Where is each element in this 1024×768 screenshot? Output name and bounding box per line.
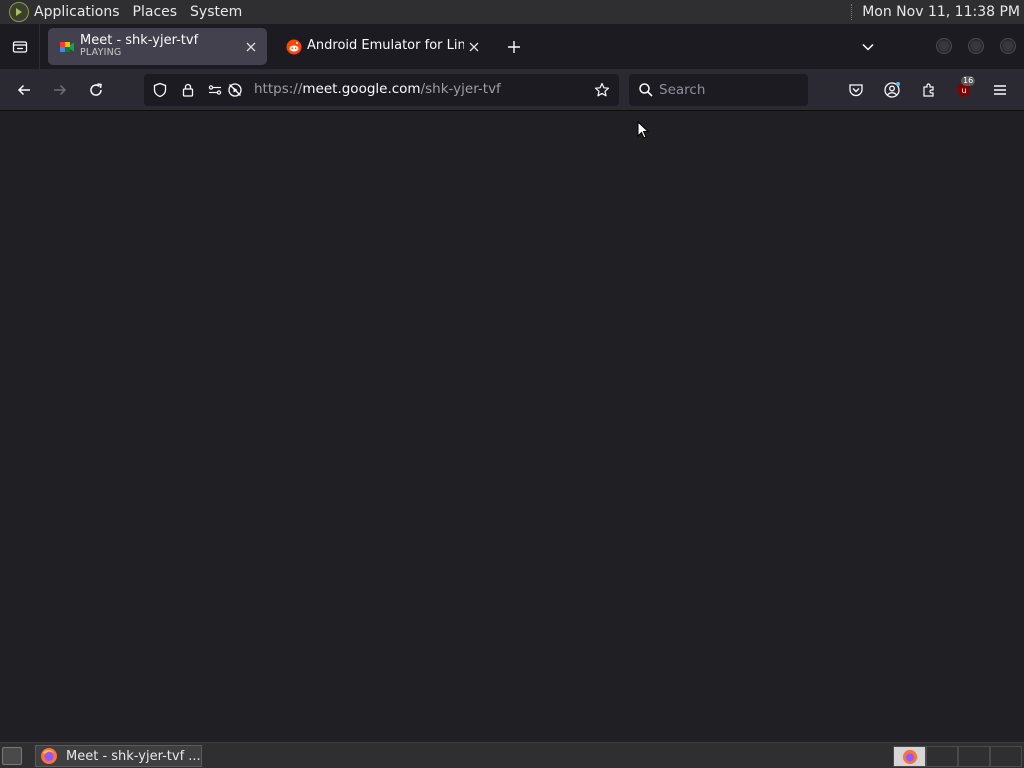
back-button[interactable] — [12, 78, 36, 102]
places-menu[interactable]: Places — [133, 4, 185, 20]
panel-separator — [851, 4, 853, 20]
tab-strip: Meet - shk-yjer-tvf PLAYING Android Emul… — [0, 24, 1024, 69]
firefox-view-button[interactable] — [0, 24, 40, 69]
clock[interactable]: Mon Nov 11, 11:38 PM — [862, 4, 1020, 20]
reddit-icon — [286, 39, 302, 54]
url-bar[interactable]: https://meet.google.com/shk-yjer-tvf — [144, 74, 619, 106]
search-bar[interactable]: Search — [629, 74, 808, 106]
navigation-toolbar: https://meet.google.com/shk-yjer-tvf Sea… — [0, 69, 1024, 111]
url-text[interactable]: https://meet.google.com/shk-yjer-tvf — [254, 81, 501, 97]
close-icon — [246, 42, 256, 51]
tab-title: Meet - shk-yjer-tvf — [80, 34, 199, 49]
svg-text:u: u — [961, 86, 966, 95]
firefox-icon — [902, 749, 918, 765]
plus-icon — [508, 41, 520, 53]
tab-android-emulator[interactable]: Android Emulator for Linux — [275, 28, 490, 65]
workspace-1[interactable] — [893, 746, 926, 767]
new-tab-button[interactable] — [503, 36, 525, 58]
arrow-right-icon — [54, 84, 67, 96]
search-placeholder: Search — [659, 82, 706, 98]
tab-playing-label: PLAYING — [80, 47, 122, 59]
search-icon — [638, 82, 654, 98]
puzzle-piece-icon — [923, 83, 934, 97]
bottom-taskbar: Meet - shk-yjer-tvf ... — [0, 742, 1024, 768]
maximize-button[interactable] — [968, 38, 984, 54]
pocket-button[interactable] — [844, 78, 868, 102]
reload-button[interactable] — [84, 78, 108, 102]
close-tab-button[interactable] — [464, 37, 484, 57]
close-tab-button[interactable] — [241, 37, 261, 57]
page-content[interactable] — [0, 111, 1024, 742]
applications-menu[interactable]: Applications — [34, 4, 127, 20]
lock-icon[interactable] — [180, 82, 196, 98]
google-meet-icon — [60, 41, 74, 52]
extension-count-badge: 16 — [961, 76, 976, 86]
pocket-icon — [849, 84, 863, 97]
permissions-icon[interactable] — [207, 82, 223, 98]
account-button[interactable] — [880, 78, 904, 102]
workspace-3[interactable] — [958, 746, 990, 767]
tab-title: Android Emulator for Linux — [307, 39, 464, 54]
forward-button[interactable] — [48, 78, 72, 102]
workspace-4[interactable] — [990, 746, 1022, 767]
taskbar-window-button[interactable]: Meet - shk-yjer-tvf ... — [35, 745, 202, 767]
firefox-icon — [41, 748, 57, 764]
system-menu[interactable]: System — [190, 4, 249, 20]
system-top-panel: Applications Places System Mon Nov 11, 1… — [0, 0, 1024, 24]
firefox-view-icon — [12, 40, 27, 53]
mouse-pointer-icon — [637, 121, 650, 139]
minimize-button[interactable] — [936, 38, 952, 54]
chevron-down-icon — [862, 43, 874, 51]
autoplay-blocked-icon[interactable] — [227, 82, 243, 98]
taskbar-window-label: Meet - shk-yjer-tvf ... — [66, 748, 201, 764]
account-icon — [884, 82, 900, 98]
close-icon — [469, 42, 479, 51]
extensions-button[interactable] — [917, 78, 941, 102]
list-all-tabs-button[interactable] — [857, 36, 879, 58]
hamburger-menu-icon — [994, 85, 1006, 95]
tracking-protection-shield-icon[interactable] — [152, 82, 168, 98]
workspace-2[interactable] — [926, 746, 958, 767]
app-menu-button[interactable] — [988, 78, 1012, 102]
show-desktop-button[interactable] — [2, 747, 22, 765]
close-window-button[interactable] — [1000, 38, 1016, 54]
arrow-left-icon — [17, 84, 30, 96]
distro-logo-icon[interactable] — [9, 2, 29, 22]
tab-meet[interactable]: Meet - shk-yjer-tvf PLAYING — [48, 28, 267, 65]
bookmark-star-icon[interactable] — [594, 82, 610, 98]
reload-icon — [90, 83, 102, 96]
